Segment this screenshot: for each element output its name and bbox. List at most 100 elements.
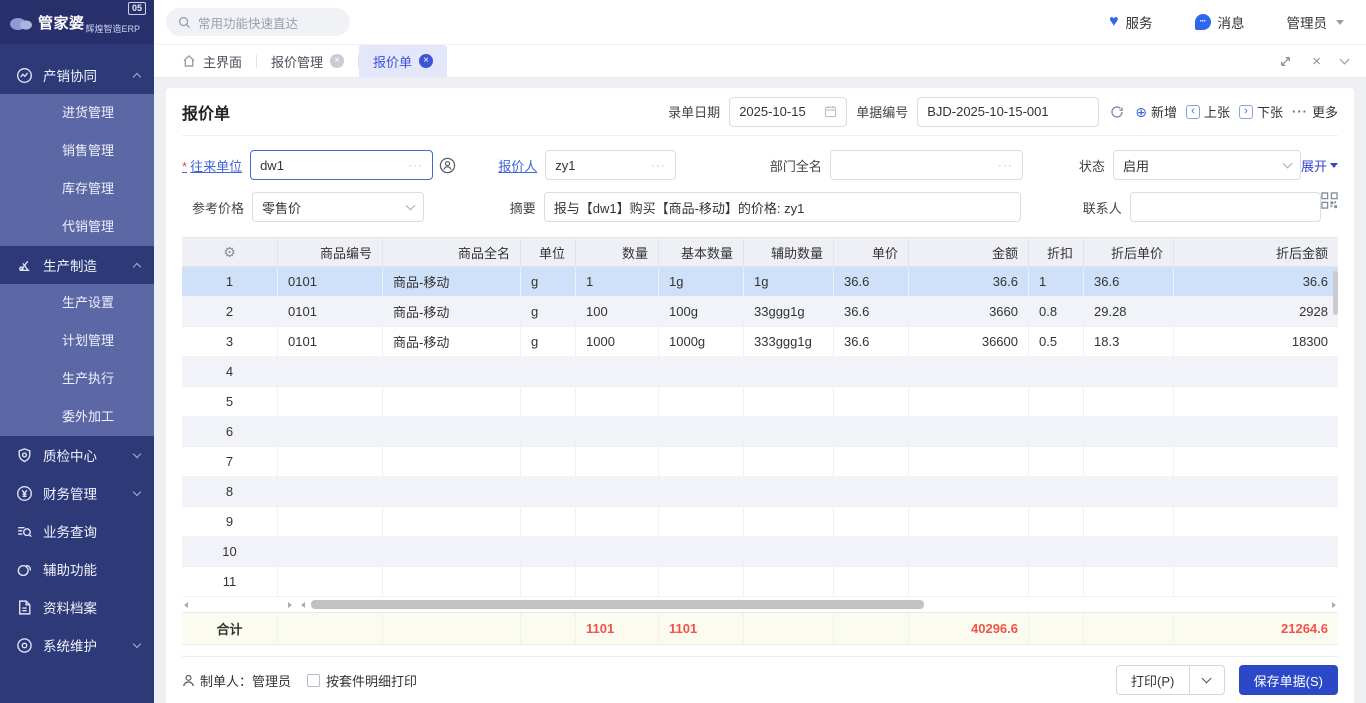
doc-no-input[interactable]: BJD-2025-10-15-001	[917, 97, 1099, 127]
tab-document[interactable]: 报价单	[359, 45, 447, 77]
table-cell[interactable]	[278, 417, 383, 446]
table-cell[interactable]: 商品-移动	[383, 327, 521, 356]
sidebar-item[interactable]: 辅助功能	[0, 550, 154, 588]
table-row[interactable]: 20101商品-移动g100100g33ggg1g36.636600.829.2…	[182, 297, 1338, 327]
table-cell[interactable]: 2	[182, 297, 278, 326]
column-header[interactable]: 折后金额	[1174, 238, 1338, 266]
table-cell[interactable]	[744, 507, 834, 536]
table-cell[interactable]: 1	[182, 267, 278, 296]
table-row[interactable]: 7	[182, 447, 1338, 477]
table-cell[interactable]	[383, 567, 521, 596]
table-cell[interactable]: 5	[182, 387, 278, 416]
table-row[interactable]: 6	[182, 417, 1338, 447]
table-cell[interactable]	[576, 387, 659, 416]
scrollbar-thumb[interactable]	[311, 600, 924, 609]
table-cell[interactable]	[834, 417, 909, 446]
table-cell[interactable]	[576, 357, 659, 386]
table-cell[interactable]	[278, 537, 383, 566]
table-cell[interactable]	[278, 447, 383, 476]
column-header[interactable]: 金额	[909, 238, 1029, 266]
table-cell[interactable]	[576, 447, 659, 476]
table-cell[interactable]	[1029, 447, 1084, 476]
table-cell[interactable]: 18.3	[1084, 327, 1174, 356]
table-cell[interactable]: 1000g	[659, 327, 744, 356]
table-cell[interactable]	[576, 567, 659, 596]
table-cell[interactable]: 1g	[659, 267, 744, 296]
column-header[interactable]: 辅助数量	[744, 238, 834, 266]
refresh-icon[interactable]	[1110, 105, 1124, 119]
more-button[interactable]: 更多	[1292, 102, 1338, 121]
table-cell[interactable]	[659, 417, 744, 446]
print-button[interactable]: 打印(P)	[1116, 665, 1190, 695]
table-cell[interactable]: g	[521, 267, 576, 296]
table-cell[interactable]	[909, 357, 1029, 386]
table-cell[interactable]: 6	[182, 417, 278, 446]
quoter-input[interactable]: zy1	[545, 150, 676, 180]
sidebar-item[interactable]: 资料档案	[0, 588, 154, 626]
table-cell[interactable]	[576, 537, 659, 566]
table-cell[interactable]	[1174, 417, 1338, 446]
table-cell[interactable]: 100g	[659, 297, 744, 326]
table-cell[interactable]	[744, 477, 834, 506]
column-header[interactable]: 基本数量	[659, 238, 744, 266]
table-cell[interactable]	[1029, 537, 1084, 566]
table-cell[interactable]	[1029, 417, 1084, 446]
search-input[interactable]: 常用功能快速直达	[166, 8, 350, 36]
print-detail-checkbox[interactable]	[307, 674, 320, 687]
table-cell[interactable]	[909, 417, 1029, 446]
table-cell[interactable]	[909, 507, 1029, 536]
table-cell[interactable]	[1174, 537, 1338, 566]
print-dropdown-button[interactable]	[1189, 665, 1225, 695]
expand-link[interactable]: 展开	[1301, 156, 1338, 175]
table-cell[interactable]: 3660	[909, 297, 1029, 326]
table-cell[interactable]	[909, 537, 1029, 566]
table-cell[interactable]	[744, 387, 834, 416]
sidebar-subitem[interactable]: 委外加工	[0, 398, 154, 436]
table-cell[interactable]: 9	[182, 507, 278, 536]
service-button[interactable]: 服务	[1109, 12, 1153, 32]
table-cell[interactable]	[383, 537, 521, 566]
table-cell[interactable]	[1174, 357, 1338, 386]
table-cell[interactable]	[834, 537, 909, 566]
table-cell[interactable]: 18300	[1174, 327, 1338, 356]
table-cell[interactable]	[521, 447, 576, 476]
picker-ellipsis-icon[interactable]	[408, 158, 423, 172]
table-cell[interactable]: 3	[182, 327, 278, 356]
column-header[interactable]: 折扣	[1029, 238, 1084, 266]
table-cell[interactable]: 4	[182, 357, 278, 386]
sidebar-item[interactable]: 质检中心	[0, 436, 154, 474]
sidebar-item[interactable]: 生产制造	[0, 246, 154, 284]
collapse-chevron-icon[interactable]	[1340, 55, 1350, 65]
partner-label[interactable]: 往来单位	[182, 156, 242, 175]
table-cell[interactable]	[278, 477, 383, 506]
table-cell[interactable]: 8	[182, 477, 278, 506]
fullscreen-icon[interactable]	[1279, 55, 1292, 68]
sidebar-subitem[interactable]: 库存管理	[0, 170, 154, 208]
main-horizontal-scrollbar[interactable]	[299, 600, 1338, 610]
table-cell[interactable]	[1084, 537, 1174, 566]
table-cell[interactable]	[1174, 447, 1338, 476]
messages-button[interactable]: 消息	[1195, 12, 1245, 32]
column-header[interactable]: 数量	[576, 238, 659, 266]
vertical-scrollbar-thumb[interactable]	[1333, 271, 1338, 315]
table-cell[interactable]	[278, 387, 383, 416]
table-cell[interactable]	[1084, 567, 1174, 596]
table-cell[interactable]	[1029, 567, 1084, 596]
scroll-left-arrow-icon[interactable]	[184, 602, 188, 608]
table-cell[interactable]	[744, 537, 834, 566]
table-cell[interactable]: 1g	[744, 267, 834, 296]
picker-ellipsis-icon[interactable]	[998, 158, 1013, 172]
table-cell[interactable]	[383, 477, 521, 506]
sidebar-subitem[interactable]: 计划管理	[0, 322, 154, 360]
table-cell[interactable]	[521, 387, 576, 416]
table-cell[interactable]: 11	[182, 567, 278, 596]
table-cell[interactable]: g	[521, 327, 576, 356]
table-cell[interactable]	[383, 357, 521, 386]
table-cell[interactable]	[576, 417, 659, 446]
table-cell[interactable]	[1174, 507, 1338, 536]
table-cell[interactable]	[909, 477, 1029, 506]
table-cell[interactable]	[521, 477, 576, 506]
table-row[interactable]: 4	[182, 357, 1338, 387]
table-cell[interactable]: 0101	[278, 297, 383, 326]
table-cell[interactable]: 29.28	[1084, 297, 1174, 326]
